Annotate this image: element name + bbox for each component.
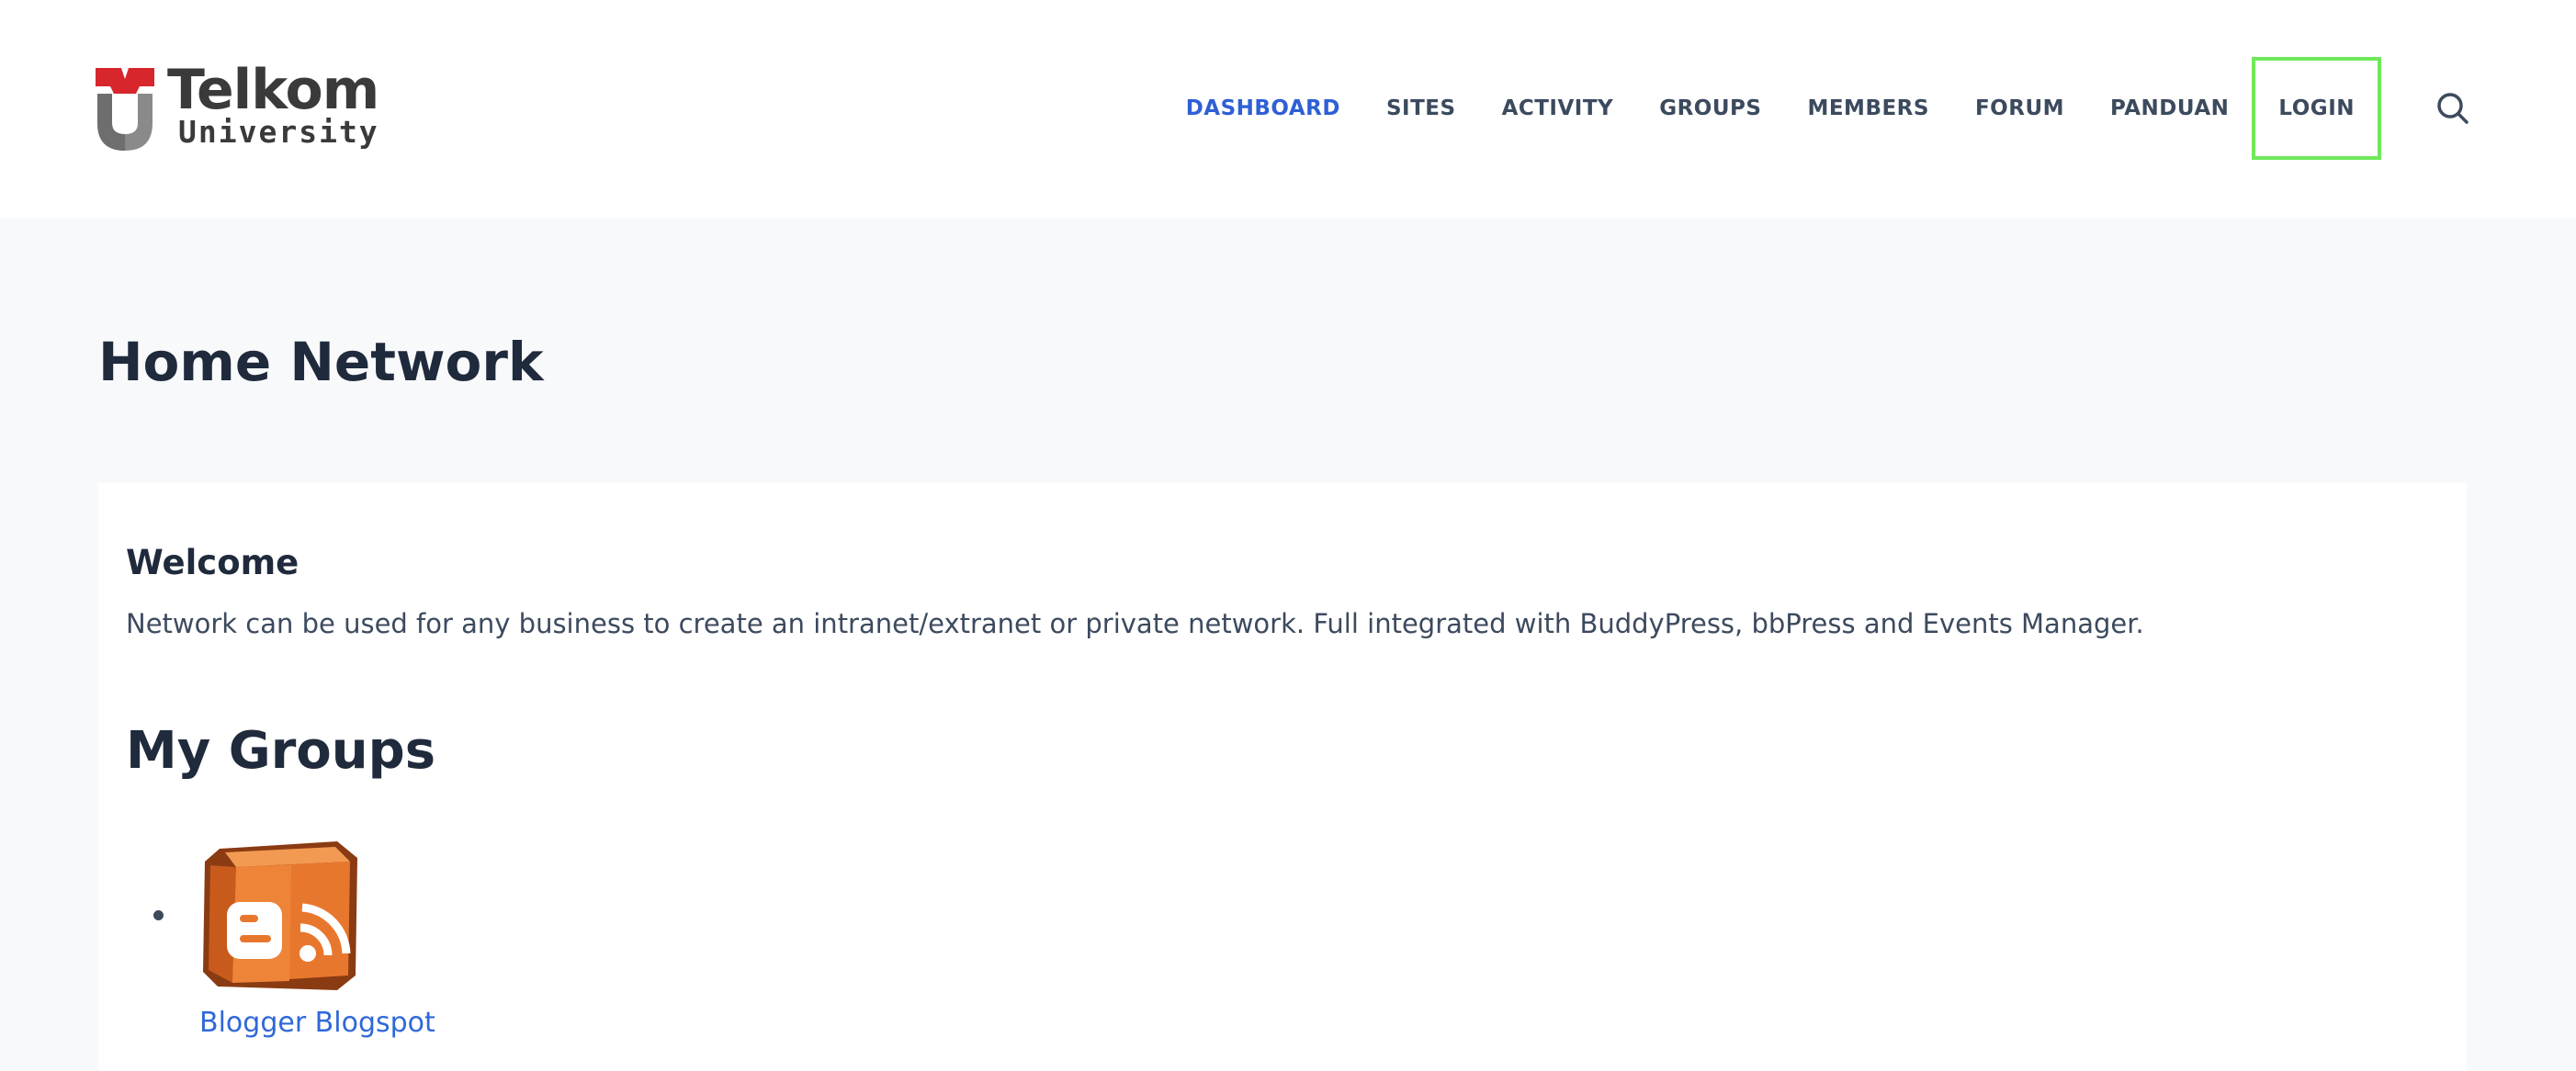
nav-item-dashboard[interactable]: DASHBOARD bbox=[1163, 57, 1363, 160]
welcome-heading: Welcome bbox=[126, 543, 299, 582]
nav-item-groups[interactable]: GROUPS bbox=[1636, 57, 1784, 160]
list-bullet bbox=[153, 910, 164, 920]
nav-item-forum[interactable]: FORUM bbox=[1952, 57, 2087, 160]
nav-item-login[interactable]: LOGIN bbox=[2252, 57, 2381, 160]
nav-item-sites[interactable]: SITES bbox=[1363, 57, 1479, 160]
blogger-rss-cube-icon bbox=[203, 841, 357, 990]
site-header: Telkom University DASHBOARD SITES ACTIVI… bbox=[0, 0, 2576, 219]
group-avatar[interactable] bbox=[199, 838, 365, 994]
my-groups-heading: My Groups bbox=[126, 721, 436, 781]
telkom-university-logo[interactable]: Telkom University bbox=[96, 62, 379, 152]
telkom-logo-icon bbox=[96, 68, 154, 151]
content-card: Welcome Network can be used for any busi… bbox=[98, 483, 2467, 1071]
search-button[interactable] bbox=[2435, 90, 2471, 127]
brand-name: Telkom bbox=[167, 58, 379, 122]
nav-item-activity[interactable]: ACTIVITY bbox=[1479, 57, 1637, 160]
brand-subtitle: University bbox=[178, 114, 379, 150]
nav-item-panduan[interactable]: PANDUAN bbox=[2087, 57, 2252, 160]
search-icon bbox=[2437, 93, 2469, 124]
page-title: Home Network bbox=[98, 331, 544, 393]
welcome-text: Network can be used for any business to … bbox=[126, 608, 2144, 639]
group-link-blogger-blogspot[interactable]: Blogger Blogspot bbox=[199, 1007, 435, 1040]
nav-item-members[interactable]: MEMBERS bbox=[1784, 57, 1952, 160]
main-nav: DASHBOARD SITES ACTIVITY GROUPS MEMBERS … bbox=[1163, 57, 2381, 160]
